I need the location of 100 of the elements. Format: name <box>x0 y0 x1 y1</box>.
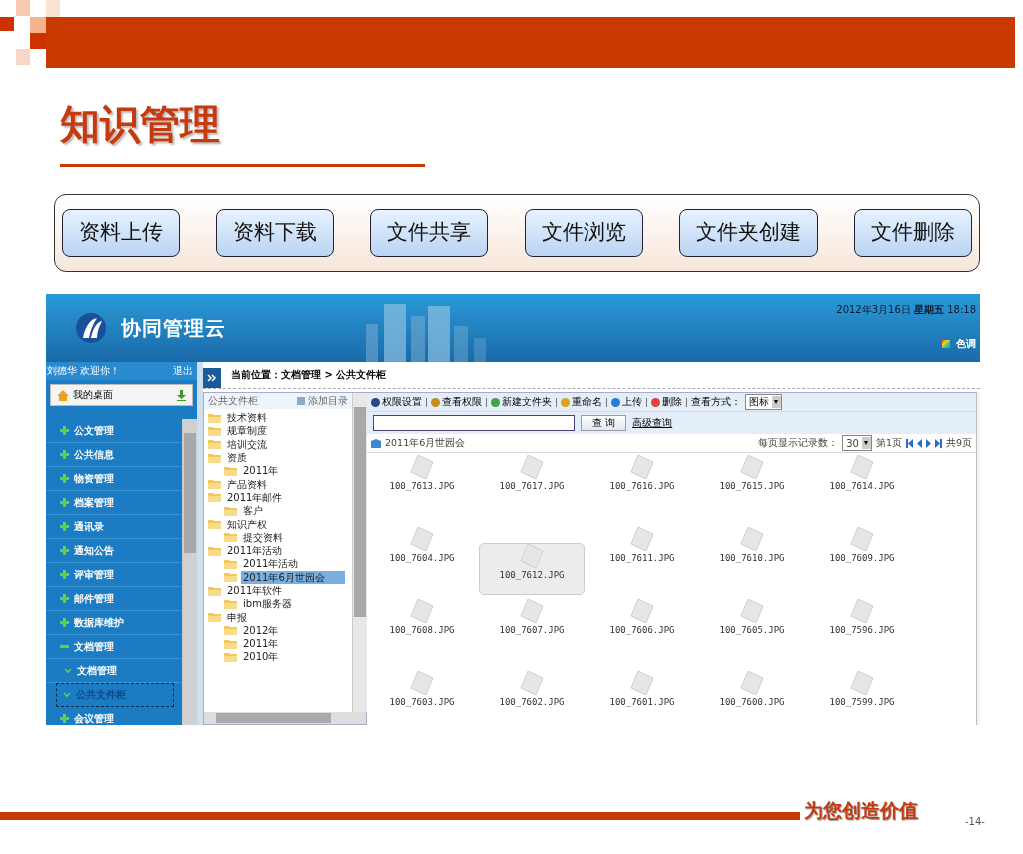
tree-item[interactable]: 2011年 <box>241 637 281 651</box>
greeting: 刘德华 欢迎你！ <box>47 364 121 378</box>
add-folder-link[interactable]: 添加目录 <box>297 394 348 408</box>
toolbar-button[interactable]: 删除 <box>651 395 682 409</box>
download-icon <box>177 389 186 401</box>
desktop-item[interactable]: 我的桌面 <box>50 384 193 406</box>
first-page-icon[interactable] <box>905 438 913 448</box>
tree-item[interactable]: 申报 <box>225 610 249 624</box>
expand-button[interactable] <box>203 368 221 388</box>
plus-icon <box>60 618 69 627</box>
feature-label: 文件共享 <box>370 209 489 257</box>
file-item[interactable]: 100_7613.JPG <box>369 453 475 505</box>
plus-icon <box>60 714 69 723</box>
folder-icon <box>208 545 221 556</box>
file-item[interactable]: 100_7600.JPG <box>699 669 805 721</box>
folder-icon <box>224 465 237 476</box>
folder-icon <box>208 439 221 450</box>
image-file-icon <box>739 671 765 695</box>
file-item[interactable]: 100_7614.JPG <box>809 453 915 505</box>
file-item[interactable]: 100_7608.JPG <box>369 597 475 649</box>
toolbar-button[interactable]: 上传 <box>611 395 642 409</box>
next-page-icon[interactable] <box>925 438 931 448</box>
image-file-icon <box>739 599 765 623</box>
tree-item[interactable]: 2011年邮件 <box>225 490 285 504</box>
image-file-icon <box>739 455 765 479</box>
file-item[interactable]: 100_7599.JPG <box>809 669 915 721</box>
menu-item[interactable]: 公文管理 <box>46 419 182 443</box>
toolbar-button[interactable]: 查看权限 <box>431 395 482 409</box>
file-item[interactable]: 100_7603.JPG <box>369 669 475 721</box>
file-item[interactable]: 100_7605.JPG <box>699 597 805 649</box>
file-item[interactable]: 100_7607.JPG <box>479 597 585 649</box>
folder-name: 2011年6月世园会 <box>385 436 466 450</box>
file-item[interactable]: 100_7606.JPG <box>589 597 695 649</box>
page-number: -14- <box>965 816 985 827</box>
search-button[interactable]: 查 询 <box>581 415 627 431</box>
file-item[interactable]: 100_7604.JPG <box>369 525 475 577</box>
tree-item[interactable]: 2011年6月世园会 <box>241 570 345 584</box>
tool-icon <box>611 397 620 407</box>
scrollbar[interactable] <box>352 393 367 712</box>
view-select[interactable]: 图标 <box>745 394 782 410</box>
toolbar-button[interactable]: 权限设置 <box>371 395 422 409</box>
file-item[interactable]: 100_7616.JPG <box>589 453 695 505</box>
folder-icon <box>208 412 221 423</box>
scrollbar[interactable] <box>976 392 980 725</box>
chevron-icon <box>64 667 72 674</box>
scrollbar[interactable] <box>182 419 197 725</box>
image-file-icon <box>409 455 435 479</box>
plus-icon <box>60 570 69 579</box>
folder-icon <box>208 479 221 490</box>
file-item[interactable]: 100_7612.JPG <box>479 543 585 595</box>
plus-icon <box>60 522 69 531</box>
folder-icon <box>224 558 237 569</box>
tree-item[interactable]: 2011年 <box>241 464 281 478</box>
file-item[interactable]: 100_7596.JPG <box>809 597 915 649</box>
file-item[interactable]: 100_7601.JPG <box>589 669 695 721</box>
logout-link[interactable]: 退出 <box>173 364 193 378</box>
file-item[interactable]: 100_7617.JPG <box>479 453 585 505</box>
toolbar-button[interactable]: 重命名 <box>561 395 602 409</box>
previous-page-icon[interactable] <box>916 438 922 448</box>
page-size-select[interactable]: 30 <box>842 435 872 451</box>
folder-icon <box>224 572 237 583</box>
plus-icon <box>60 546 69 555</box>
splitter-handle[interactable] <box>197 362 203 725</box>
tree-item[interactable]: 技术资料 <box>225 411 269 425</box>
last-page-icon[interactable] <box>934 438 942 448</box>
feature-label: 文件浏览 <box>524 209 643 257</box>
image-file-icon <box>629 671 655 695</box>
toolbar-button[interactable]: 新建文件夹 <box>491 395 552 409</box>
tree-item[interactable]: 知识产权 <box>225 517 269 531</box>
dropdown-icon <box>861 437 871 449</box>
feature-label: 资料上传 <box>62 209 180 257</box>
file-item[interactable]: 100_7609.JPG <box>809 525 915 577</box>
tree-item[interactable]: 资质 <box>225 451 249 465</box>
tool-icon <box>491 397 500 407</box>
tree-item[interactable]: 2011年活动 <box>241 557 301 571</box>
tree-item[interactable]: 产品资料 <box>225 477 269 491</box>
folder-icon <box>208 492 221 503</box>
tool-icon <box>371 397 380 407</box>
plus-icon <box>60 426 69 435</box>
tree-item[interactable]: 2012年 <box>241 623 281 637</box>
folder-icon <box>224 598 237 609</box>
plus-icon <box>60 474 69 483</box>
tree-item[interactable]: 客户 <box>241 504 265 518</box>
tree-item[interactable]: 提交资料 <box>241 530 285 544</box>
theme-link[interactable]: 色调 <box>942 337 976 351</box>
search-field[interactable] <box>373 415 575 431</box>
folder-icon <box>224 532 237 543</box>
tree-item[interactable]: 2010年 <box>241 650 281 664</box>
tree-item[interactable]: 培训交流 <box>225 437 269 451</box>
advanced-search-link[interactable]: 高级查询 <box>632 416 673 430</box>
tree-item[interactable]: 2011年软件 <box>225 584 285 597</box>
file-item[interactable]: 100_7611.JPG <box>589 525 695 577</box>
file-item[interactable]: 100_7610.JPG <box>699 525 805 577</box>
tree-item[interactable]: 2011年活动 <box>225 544 285 558</box>
file-item[interactable]: 100_7615.JPG <box>699 453 805 505</box>
file-item[interactable]: 100_7602.JPG <box>479 669 585 721</box>
tree-item[interactable]: ibm服务器 <box>241 597 294 611</box>
palette-icon <box>942 340 950 348</box>
scrollbar[interactable] <box>204 712 366 724</box>
tree-item[interactable]: 规章制度 <box>225 424 269 438</box>
